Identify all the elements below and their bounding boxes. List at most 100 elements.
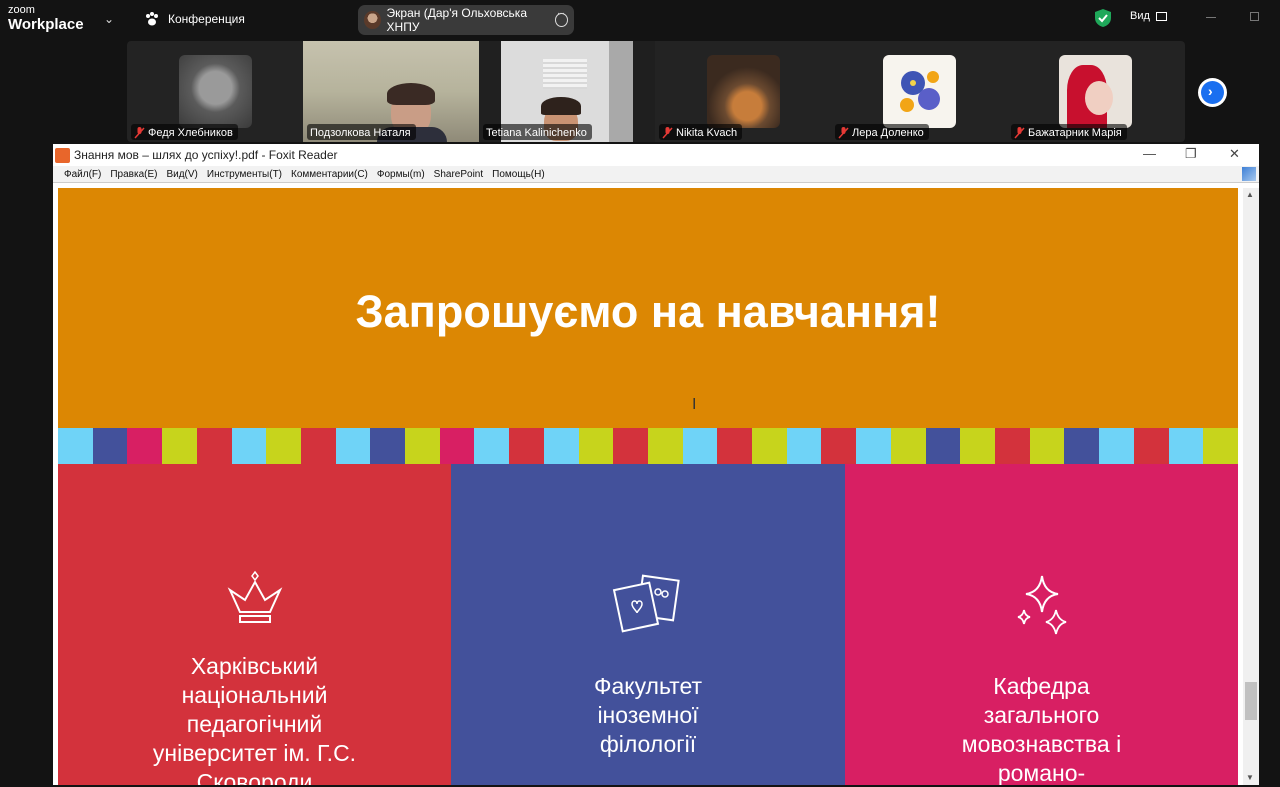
participant-avatar <box>179 55 252 128</box>
mic-muted-icon <box>838 126 849 139</box>
text-cursor-icon: I <box>692 396 697 413</box>
participant-name-tag: Лера Доленко <box>835 124 929 140</box>
mic-muted-icon <box>662 126 673 139</box>
participant-tile[interactable]: Nikita Kvach <box>655 41 831 142</box>
mic-muted-icon <box>1014 126 1025 139</box>
zoom-logo-big: Workplace <box>8 16 84 33</box>
stripe-block <box>994 428 1030 464</box>
page-header-banner: Запрошуємо на навчання! I <box>58 188 1238 428</box>
menu-item-view[interactable]: Вид(V) <box>166 169 197 180</box>
foxit-titlebar: Знання мов – шлях до успіху!.pdf - Foxit… <box>53 144 1259 166</box>
menu-item-sharepoint[interactable]: SharePoint <box>434 169 483 180</box>
stripe-block <box>786 428 822 464</box>
conference-label: Конференция <box>168 12 245 26</box>
participant-avatar <box>707 55 780 128</box>
crown-icon <box>227 570 282 623</box>
close-icon[interactable]: ✕ <box>1229 146 1240 162</box>
foxit-reader-window: Знання мов – шлях до успіху!.pdf - Foxit… <box>53 144 1259 785</box>
foxit-logo-icon <box>55 147 70 163</box>
stripe-block <box>960 428 995 464</box>
text-line: Харківський <box>190 653 319 679</box>
participant-avatar <box>1059 55 1132 128</box>
column-university: Харківський національний педагогічний ун… <box>58 464 451 785</box>
stripe-block <box>370 428 406 464</box>
stripe-block <box>752 428 787 464</box>
participant-tile[interactable]: Федя Хлебников <box>127 41 303 142</box>
restore-icon[interactable]: ❐ <box>1185 146 1197 162</box>
menu-item-file[interactable]: Файл(F) <box>64 169 101 180</box>
stripe-block <box>1029 428 1065 464</box>
minimize-icon[interactable] <box>1206 17 1216 18</box>
page-heading: Запрошуємо на навчання! <box>355 286 941 337</box>
participant-name: Федя Хлебников <box>148 126 233 139</box>
scrollbar-thumb[interactable] <box>1245 682 1257 720</box>
stripe-block <box>717 428 753 464</box>
stripe-block <box>474 428 510 464</box>
participant-name: Nikita Kvach <box>676 126 738 139</box>
stripe-block <box>1099 428 1134 464</box>
screen-share-indicator[interactable]: Экран (Дар'я Ольховська ХНПУ <box>358 5 574 35</box>
participant-tile[interactable]: Подзолкова Наталя <box>303 41 479 142</box>
participant-tile[interactable]: Лера Доленко <box>831 41 1007 142</box>
text-line: романо- <box>997 760 1086 785</box>
stripe-block <box>405 428 440 464</box>
vertical-scrollbar[interactable]: ▲ ▼ <box>1243 188 1259 785</box>
participant-tile[interactable]: Tetiana Kalinichenko <box>479 41 655 142</box>
maximize-icon[interactable] <box>1250 12 1259 21</box>
participant-name-tag: Бажатарник Марія <box>1011 124 1127 140</box>
decorative-stripe <box>58 428 1238 464</box>
stripe-block <box>1133 428 1169 464</box>
conference-menu-button[interactable]: Конференция <box>144 11 245 27</box>
stripe-block <box>196 428 232 464</box>
participant-tile[interactable]: Бажатарник Марія <box>1007 41 1183 142</box>
stripe-block <box>92 428 128 464</box>
shield-check-icon[interactable] <box>1095 9 1111 27</box>
participant-name: Tetiana Kalinichenko <box>486 126 587 139</box>
stripe-block <box>821 428 857 464</box>
scroll-up-icon[interactable]: ▲ <box>1246 190 1254 199</box>
menu-item-tools[interactable]: Инструменты(T) <box>207 169 282 180</box>
participant-name: Бажатарник Марія <box>1028 126 1122 139</box>
stripe-block <box>543 428 579 464</box>
zoom-window: zoom Workplace ⌄ Конференция Экран (Дар'… <box>0 0 1280 787</box>
next-page-button[interactable]: › <box>1198 78 1227 107</box>
toolbar-toggle-icon[interactable] <box>1242 167 1256 181</box>
minimize-icon[interactable]: — <box>1143 146 1156 161</box>
text-line: Кафедра <box>993 673 1090 699</box>
view-label: Вид <box>1130 10 1150 22</box>
participant-name-tag: Подзолкова Наталя <box>307 124 416 140</box>
stripe-block <box>1168 428 1204 464</box>
chevron-down-icon[interactable]: ⌄ <box>104 12 114 26</box>
stripe-block <box>439 428 475 464</box>
text-line: педагогічний <box>186 711 323 737</box>
stripe-block <box>266 428 301 464</box>
participant-name-tag: Федя Хлебников <box>131 124 238 140</box>
stripe-block <box>578 428 614 464</box>
participant-name-tag: Nikita Kvach <box>659 124 743 140</box>
menu-bar: Файл(F) Правка(E) Вид(V) Инструменты(T) … <box>53 166 1259 183</box>
sparkles-icon <box>1017 575 1066 635</box>
scroll-down-icon[interactable]: ▼ <box>1246 773 1254 782</box>
zoom-logo: zoom Workplace <box>8 5 84 33</box>
stripe-block <box>127 428 163 464</box>
stripe-block <box>58 428 93 464</box>
flowers-icon <box>900 71 940 112</box>
menu-item-edit[interactable]: Правка(E) <box>110 169 157 180</box>
photos-icon <box>612 574 680 633</box>
grid-icon <box>1155 11 1167 21</box>
stripe-block <box>856 428 891 464</box>
text-line: національний <box>181 682 328 708</box>
pdf-page: Запрошуємо на навчання! I Харківський на… <box>58 188 1238 785</box>
column-department: Кафедра загального мовознавства і романо… <box>845 464 1238 785</box>
menu-item-forms[interactable]: Формы(m) <box>377 169 425 180</box>
menu-item-help[interactable]: Помощь(H) <box>492 169 545 180</box>
share-label: Экран (Дар'я Ольховська ХНПУ <box>386 6 527 34</box>
column-faculty: Факультет іноземної філології <box>451 464 845 785</box>
stripe-block <box>162 428 197 464</box>
menu-item-comments[interactable]: Комментарии(C) <box>291 169 368 180</box>
stripe-block <box>300 428 336 464</box>
avatar <box>364 11 381 29</box>
text-line: філології <box>599 731 697 757</box>
view-button[interactable]: Вид <box>1130 10 1167 22</box>
more-options-icon[interactable] <box>554 8 568 27</box>
